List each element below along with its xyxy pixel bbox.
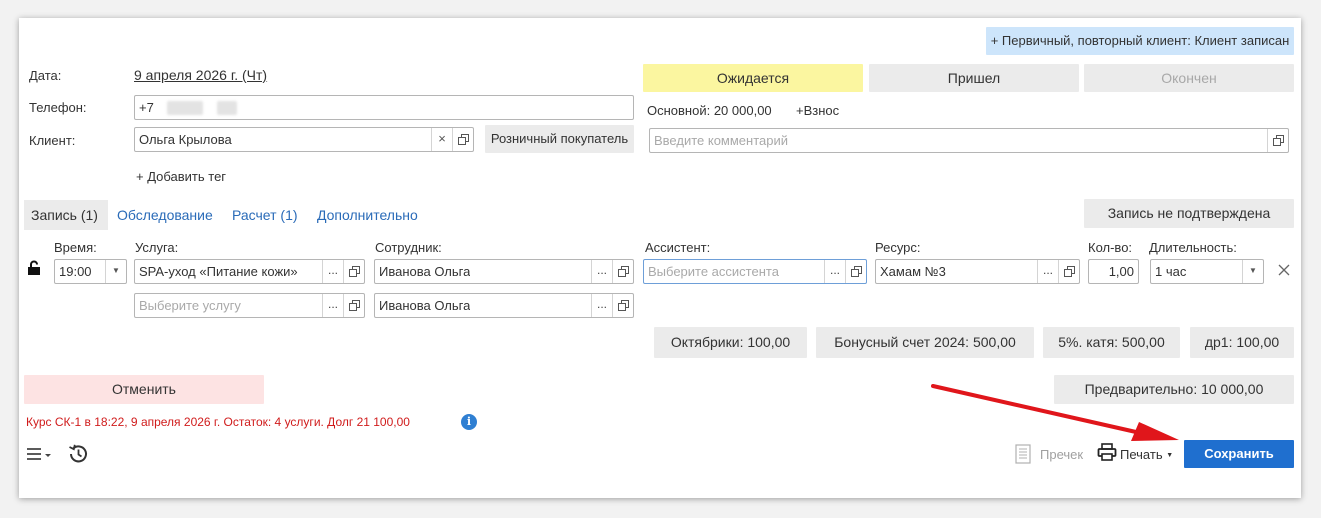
info-icon[interactable]: i: [461, 414, 477, 430]
col-resource: Ресурс:: [875, 240, 921, 255]
tab-additional[interactable]: Дополнительно: [317, 207, 418, 223]
phone-label: Телефон:: [29, 100, 87, 115]
col-service: Услуга:: [135, 240, 179, 255]
annotation-arrow-icon: [931, 382, 1181, 442]
add-tag-link[interactable]: + Добавить тег: [136, 169, 226, 184]
tab-examination[interactable]: Обследование: [117, 207, 213, 223]
comment-field[interactable]: Введите комментарий: [649, 128, 1289, 153]
more-icon[interactable]: ...: [824, 260, 845, 283]
service-field[interactable]: SPA-уход «Питание кожи» ...: [134, 259, 365, 284]
copy-icon[interactable]: [1267, 129, 1288, 152]
close-icon[interactable]: [1276, 262, 1292, 278]
col-time: Время:: [54, 240, 97, 255]
menu-icon[interactable]: [26, 444, 54, 464]
assistant-placeholder: Выберите ассистента: [648, 264, 779, 279]
phone-redacted: [167, 101, 203, 115]
employee-value: Иванова Ольга: [379, 264, 471, 279]
lock-open-icon[interactable]: [27, 260, 41, 276]
client-label: Клиент:: [29, 133, 76, 148]
more-icon[interactable]: ...: [591, 260, 612, 283]
more-icon[interactable]: ...: [322, 294, 343, 317]
status-finished-button[interactable]: Окончен: [1084, 64, 1294, 92]
service-value: SPA-уход «Питание кожи»: [139, 264, 298, 279]
copy-icon[interactable]: [845, 260, 866, 283]
balance-katya[interactable]: 5%. катя: 500,00: [1043, 327, 1180, 358]
chevron-down-icon: ▼: [1166, 452, 1174, 460]
copy-icon[interactable]: [343, 260, 364, 283]
phone-field[interactable]: +7: [134, 95, 634, 120]
status-arrived-button[interactable]: Пришел: [869, 64, 1079, 92]
date-label: Дата:: [29, 68, 62, 83]
copy-icon[interactable]: [452, 128, 473, 151]
phone-redacted: [217, 101, 237, 115]
qty-value: 1,00: [1108, 264, 1134, 279]
col-assistant: Ассистент:: [645, 240, 711, 255]
copy-icon[interactable]: [1058, 260, 1079, 283]
copy-icon[interactable]: [612, 294, 633, 317]
employee2-field[interactable]: Иванова Ольга ...: [374, 293, 634, 318]
more-icon[interactable]: ...: [1037, 260, 1058, 283]
col-employee: Сотрудник:: [375, 240, 442, 255]
client-field[interactable]: Ольга Крылова ×: [134, 127, 474, 152]
clear-client-icon[interactable]: ×: [431, 128, 452, 151]
service2-field[interactable]: Выберите услугу ...: [134, 293, 365, 318]
chevron-down-icon[interactable]: ▼: [105, 260, 126, 283]
qty-field[interactable]: 1,00: [1088, 259, 1139, 284]
employee-field[interactable]: Иванова Ольга ...: [374, 259, 634, 284]
col-qty: Кол-во:: [1088, 240, 1133, 255]
duration-value: 1 час: [1155, 264, 1187, 279]
balance-bonus-2024[interactable]: Бонусный счет 2024: 500,00: [816, 327, 1034, 358]
assistant-field[interactable]: Выберите ассистента ...: [643, 259, 867, 284]
chevron-down-icon[interactable]: ▼: [1242, 260, 1263, 283]
cancel-button[interactable]: Отменить: [24, 375, 264, 404]
more-icon[interactable]: ...: [322, 260, 343, 283]
time-select[interactable]: 19:00 ▼: [54, 259, 127, 284]
balance-octobriki[interactable]: Октябрики: 100,00: [654, 327, 807, 358]
client-value: Ольга Крылова: [139, 132, 232, 147]
appointment-dialog: + Первичный, повторный клиент: Клиент за…: [19, 18, 1301, 498]
service2-placeholder: Выберите услугу: [139, 298, 241, 313]
tab-calculation[interactable]: Расчет (1): [232, 207, 298, 223]
history-icon[interactable]: [67, 443, 89, 465]
not-confirmed-button[interactable]: Запись не подтверждена: [1084, 199, 1294, 228]
save-button[interactable]: Сохранить: [1184, 440, 1294, 468]
printer-icon[interactable]: [1097, 442, 1117, 462]
print-button[interactable]: Печать ▼: [1120, 447, 1173, 462]
print-label: Печать: [1120, 447, 1163, 462]
comment-placeholder: Введите комментарий: [654, 133, 789, 148]
client-status-badge[interactable]: + Первичный, повторный клиент: Клиент за…: [986, 27, 1294, 55]
tab-appointment[interactable]: Запись (1): [31, 207, 98, 223]
status-waiting-button[interactable]: Ожидается: [643, 64, 863, 92]
resource-field[interactable]: Хамам №3 ...: [875, 259, 1080, 284]
phone-value: +7: [139, 100, 154, 115]
retail-customer-button[interactable]: Розничный покупатель: [485, 125, 634, 153]
time-value: 19:00: [59, 264, 92, 279]
contribution-link[interactable]: +Взнос: [796, 103, 839, 118]
more-icon[interactable]: ...: [591, 294, 612, 317]
col-duration: Длительность:: [1149, 240, 1237, 255]
employee2-value: Иванова Ольга: [379, 298, 471, 313]
copy-icon[interactable]: [343, 294, 364, 317]
copy-icon[interactable]: [612, 260, 633, 283]
balance-dr1[interactable]: др1: 100,00: [1190, 327, 1294, 358]
receipt-icon: [1015, 444, 1031, 464]
course-info: Курс СК-1 в 18:22, 9 апреля 2026 г. Оста…: [26, 415, 410, 429]
resource-value: Хамам №3: [880, 264, 946, 279]
main-price: Основной: 20 000,00: [647, 103, 772, 118]
duration-select[interactable]: 1 час ▼: [1150, 259, 1264, 284]
receipt-button[interactable]: Пречек: [1040, 447, 1083, 462]
date-value[interactable]: 9 апреля 2026 г. (Чт): [134, 67, 267, 83]
